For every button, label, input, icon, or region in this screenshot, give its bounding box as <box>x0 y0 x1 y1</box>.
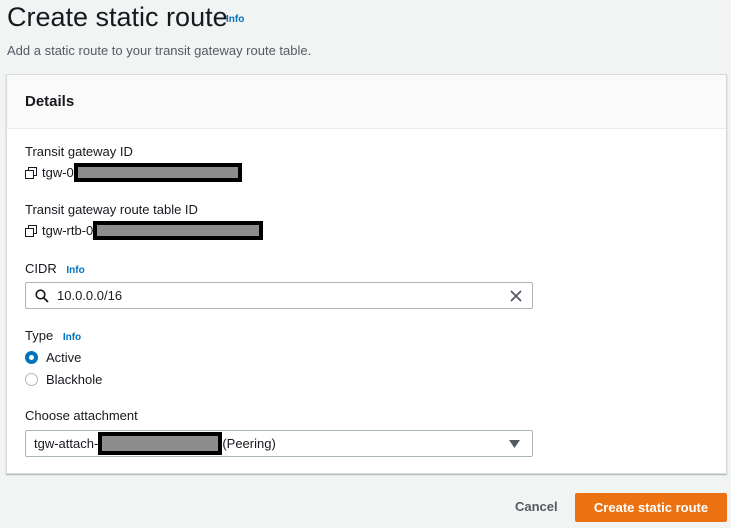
cidr-info-link[interactable]: Info <box>66 265 84 276</box>
redaction <box>74 163 242 182</box>
attachment-select[interactable]: tgw-attach- (Peering) <box>25 430 533 457</box>
cidr-input[interactable]: 10.0.0.0/16 <box>25 282 533 309</box>
cidr-value: 10.0.0.0/16 <box>57 288 122 303</box>
tgw-id-label: Transit gateway ID <box>25 144 133 159</box>
tgw-id-text: tgw-0 <box>42 165 74 180</box>
redaction <box>93 221 263 240</box>
create-static-route-button[interactable]: Create static route <box>575 493 727 522</box>
type-info-link[interactable]: Info <box>63 332 81 343</box>
attachment-prefix: tgw-attach- <box>34 436 98 451</box>
panel-title: Details <box>7 75 726 129</box>
cidr-label: CIDR Info <box>25 261 85 276</box>
rtb-id-value: tgw-rtb-0 <box>25 221 263 240</box>
rtb-id-text: tgw-rtb-0 <box>42 223 93 238</box>
type-label: Type Info <box>25 328 81 343</box>
radio-blackhole[interactable]: Blackhole <box>25 372 102 387</box>
copy-icon[interactable] <box>25 167 36 178</box>
caret-down-icon <box>509 440 520 448</box>
attachment-label: Choose attachment <box>25 408 138 423</box>
radio-button[interactable] <box>25 373 38 386</box>
tgw-id-value: tgw-0 <box>25 163 242 182</box>
clear-icon[interactable] <box>510 290 522 302</box>
redaction <box>98 432 222 455</box>
title-info-link[interactable]: Info <box>226 14 244 25</box>
page-subtitle: Add a static route to your transit gatew… <box>7 43 311 58</box>
radio-active[interactable]: Active <box>25 350 81 365</box>
cancel-button[interactable]: Cancel <box>515 499 558 514</box>
search-icon <box>35 289 49 303</box>
page-title: Create static route <box>7 2 228 33</box>
copy-icon[interactable] <box>25 225 36 236</box>
rtb-id-label: Transit gateway route table ID <box>25 202 198 217</box>
radio-label: Blackhole <box>46 372 102 387</box>
radio-button[interactable] <box>25 351 38 364</box>
attachment-suffix: (Peering) <box>222 436 275 451</box>
radio-label: Active <box>46 350 81 365</box>
details-panel: Details Transit gateway ID tgw-0 Transit… <box>6 74 727 474</box>
